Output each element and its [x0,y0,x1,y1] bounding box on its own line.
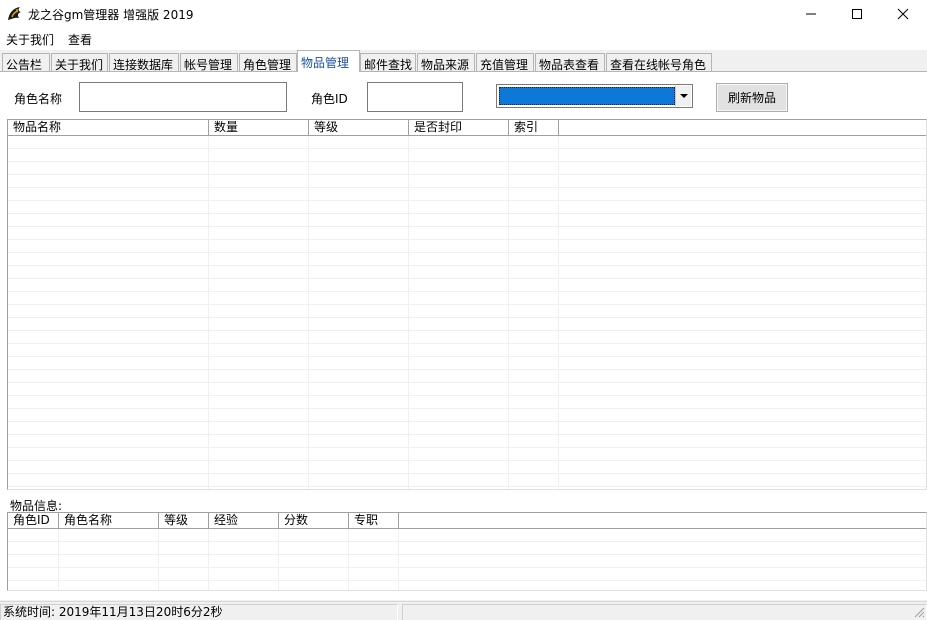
col-specialty[interactable]: 专职 [349,513,399,529]
items-list[interactable]: 物品名称 数量 等级 是否封印 索引 [7,119,927,490]
col-item-name[interactable]: 物品名称 [8,120,209,136]
refresh-items-button[interactable]: 刷新物品 [716,83,788,112]
status-right-pane [402,604,927,620]
window-title: 龙之谷gm管理器 增强版 2019 [28,8,194,22]
grid-row-line [8,567,926,568]
col-sealed[interactable]: 是否封印 [409,120,509,136]
combo-selection [499,87,675,105]
grid-col-line [348,529,349,590]
menu-bar: 关于我们 查看 [0,28,927,50]
tab-item-source[interactable]: 物品来源 [417,53,475,72]
grid-row-line [8,278,926,279]
grid-col-line [308,136,309,489]
col-index[interactable]: 索引 [509,120,559,136]
grid-row-line [8,369,926,370]
title-bar: 龙之谷gm管理器 增强版 2019 [0,0,927,28]
col-level[interactable]: 等级 [309,120,409,136]
items-list-header: 物品名称 数量 等级 是否封印 索引 [8,120,926,136]
items-list-body [8,136,926,489]
tab-announcement[interactable]: 公告栏 [2,53,50,72]
tab-strip: 公告栏 关于我们 连接数据库 帐号管理 角色管理 物品管理 邮件查找 物品来源 … [0,50,927,72]
status-time: 系统时间: 2019年11月13日20时6分2秒 [0,604,398,620]
grid-row-line [8,265,926,266]
grid-row-line [8,580,926,581]
grid-col-line [208,529,209,590]
tab-connect-database[interactable]: 连接数据库 [109,53,179,72]
grid-row-line [8,239,926,240]
menu-about[interactable]: 关于我们 [6,31,54,48]
grid-row-line [8,343,926,344]
grid-row-line [8,200,926,201]
dropdown-button[interactable] [675,86,691,106]
close-button[interactable] [880,0,926,28]
grid-row-line [8,486,926,487]
tab-item-management[interactable]: 物品管理 [297,50,360,72]
role-name-label: 角色名称 [14,92,63,106]
col-role-name[interactable]: 角色名称 [59,513,159,529]
item-category-select[interactable] [496,84,693,108]
grid-row-line [8,460,926,461]
col-info-level[interactable]: 等级 [159,513,209,529]
grid-row-line [8,213,926,214]
item-info-list[interactable]: 角色ID 角色名称 等级 经验 分数 专职 [7,512,927,591]
role-name-input[interactable] [79,82,287,112]
close-icon [897,8,909,20]
grid-col-line [558,136,559,489]
grid-col-line [508,136,509,489]
grid-col-line [408,136,409,489]
status-bar: 系统时间: 2019年11月13日20时6分2秒 [0,601,927,620]
tab-recharge-management[interactable]: 充值管理 [476,53,534,72]
grid-row-line [8,148,926,149]
resize-grip-icon[interactable] [913,606,925,618]
col-experience[interactable]: 经验 [209,513,279,529]
grid-col-line [58,529,59,590]
maximize-icon [852,9,862,19]
grid-row-line [8,317,926,318]
grid-row-line [8,174,926,175]
col-role-id[interactable]: 角色ID [8,513,59,529]
grid-row-line [8,304,926,305]
grid-row-line [8,554,926,555]
col-score[interactable]: 分数 [279,513,349,529]
grid-row-line [8,421,926,422]
grid-col-line [208,136,209,489]
grid-col-line [278,529,279,590]
menu-view[interactable]: 查看 [68,31,92,48]
grid-row-line [8,187,926,188]
grid-row-line [8,252,926,253]
grid-row-line [8,161,926,162]
dragon-logo-icon [6,5,24,23]
grid-row-line [8,541,926,542]
grid-row-line [8,226,926,227]
item-info-header: 角色ID 角色名称 等级 经验 分数 专职 [8,513,926,529]
maximize-button[interactable] [834,0,880,28]
tab-online-account-roles[interactable]: 查看在线帐号角色 [606,53,712,72]
minimize-button[interactable] [788,0,834,28]
minimize-icon [806,13,816,15]
grid-row-line [8,395,926,396]
tab-mail-search[interactable]: 邮件查找 [360,53,416,72]
grid-row-line [8,473,926,474]
grid-col-line [158,529,159,590]
tab-about-us[interactable]: 关于我们 [51,53,108,72]
col-quantity[interactable]: 数量 [209,120,309,136]
role-id-input[interactable] [367,82,463,112]
chevron-down-icon [679,93,688,98]
tab-account-management[interactable]: 帐号管理 [180,53,238,72]
grid-row-line [8,330,926,331]
tab-item-table-view[interactable]: 物品表查看 [535,53,605,72]
tab-role-management[interactable]: 角色管理 [239,53,297,72]
grid-row-line [8,291,926,292]
grid-row-line [8,382,926,383]
role-id-label: 角色ID [311,92,348,106]
item-info-body [8,529,926,590]
grid-col-line [398,529,399,590]
grid-row-line [8,408,926,409]
grid-row-line [8,434,926,435]
grid-row-line [8,356,926,357]
grid-row-line [8,447,926,448]
